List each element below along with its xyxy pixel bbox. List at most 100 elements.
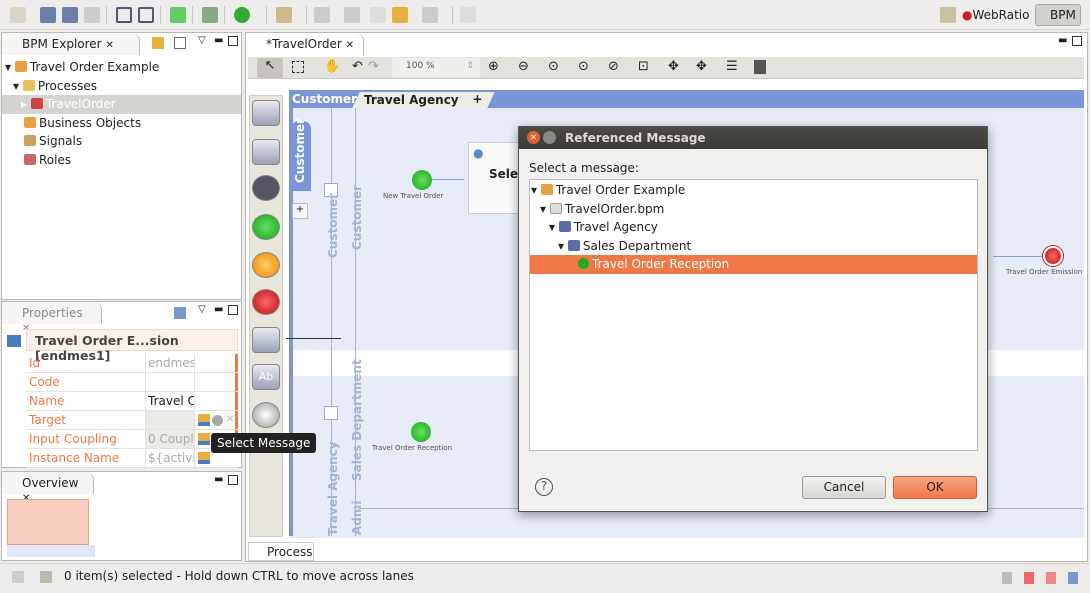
tab-bpm-explorer[interactable]: BPM Explorer ✕	[2, 33, 140, 55]
forward-icon[interactable]	[422, 7, 438, 23]
save-icon[interactable]	[40, 7, 56, 23]
tree-item[interactable]: ▾ Travel Agency	[530, 218, 977, 237]
tree-item-selected[interactable]: Travel Order Reception	[530, 255, 977, 274]
zoom-fit-icon[interactable]: ⊙	[548, 59, 559, 74]
tree-item[interactable]: ▾ Travel Order Example	[2, 58, 241, 77]
add-pool-tab[interactable]: +	[459, 92, 495, 108]
intermediate-event-tool-icon[interactable]	[252, 252, 280, 278]
align-vertical-icon[interactable]: ✥	[696, 59, 707, 74]
maximize-icon[interactable]	[228, 475, 238, 485]
minimize-icon[interactable]: ▬	[214, 304, 223, 315]
status-icon[interactable]	[1002, 572, 1012, 584]
tree-item[interactable]: Business Objects	[2, 114, 241, 133]
redo-icon[interactable]: ↷	[368, 59, 379, 74]
run-icon[interactable]	[170, 7, 186, 23]
annotation-tool-icon[interactable]: Ab	[252, 364, 280, 390]
tab-overview[interactable]: Overview ✕	[2, 472, 94, 504]
zoom-out-icon[interactable]: ⊖	[518, 59, 529, 74]
status-icon[interactable]	[1068, 572, 1078, 584]
input-coupling-field[interactable]: 0 Couple	[145, 430, 195, 448]
zoom-reset-icon[interactable]: ⊘	[608, 59, 619, 74]
select-tool-icon[interactable]: ↖	[257, 58, 283, 78]
export-icon[interactable]: ⊡	[638, 59, 649, 74]
edit-coupling-icon[interactable]	[198, 433, 210, 445]
prev-annotation-icon[interactable]	[344, 7, 360, 23]
back-icon[interactable]	[392, 7, 408, 23]
pan-tool-icon[interactable]: ✋	[324, 59, 340, 74]
end-event-emission[interactable]	[1043, 246, 1063, 266]
link-icon[interactable]	[174, 37, 186, 49]
fast-view-icon[interactable]	[12, 571, 24, 583]
fullscreen-icon[interactable]	[754, 60, 766, 74]
instance-name-field[interactable]: ${activity	[145, 449, 195, 467]
save-all-icon[interactable]	[62, 7, 78, 23]
status-icon[interactable]	[1046, 572, 1056, 584]
tree-item[interactable]: ▾ Processes	[2, 77, 241, 96]
remove-icon[interactable]: ✕	[226, 414, 234, 425]
clear-icon[interactable]	[212, 415, 223, 426]
print-icon[interactable]	[84, 7, 100, 23]
lane-settings-icon[interactable]	[324, 406, 338, 420]
target-field[interactable]	[145, 411, 195, 429]
ok-button[interactable]: OK	[893, 476, 977, 499]
close-icon[interactable]: ✕	[527, 131, 540, 144]
tree-item[interactable]: ▾ Travel Order Example	[530, 181, 977, 200]
layout-icon[interactable]: ☰	[726, 59, 738, 74]
pool-label-customer[interactable]: Customer	[291, 118, 311, 191]
tools-icon[interactable]	[276, 7, 292, 23]
add-lane-button[interactable]: +	[292, 203, 308, 219]
name-field[interactable]: Travel Or	[145, 392, 195, 410]
tree-item[interactable]: ▾ Sales Department	[530, 237, 977, 256]
minimize-icon[interactable]: ▬	[1058, 35, 1067, 46]
maximize-icon[interactable]	[228, 305, 238, 315]
minimize-icon[interactable]: ▬	[214, 35, 223, 46]
window-icon[interactable]	[116, 7, 132, 23]
align-horizontal-icon[interactable]: ✥	[668, 59, 679, 74]
cancel-button[interactable]: Cancel	[802, 476, 886, 499]
general-tab-icon[interactable]	[7, 335, 21, 347]
tree-item[interactable]: ▾ TravelOrder.bpm	[530, 200, 977, 219]
new-icon[interactable]	[10, 7, 26, 23]
last-edit-icon[interactable]	[370, 7, 386, 23]
help-icon[interactable]: ?	[535, 478, 553, 496]
minimize-icon[interactable]	[543, 131, 556, 144]
deploy-icon[interactable]	[234, 7, 250, 23]
tree-item[interactable]: Roles	[2, 151, 241, 170]
open-perspective-icon[interactable]	[940, 7, 956, 23]
perspective-webratio[interactable]: ●WebRatio	[962, 8, 1029, 22]
zoom-select[interactable]: 100 % ⇕	[392, 58, 480, 77]
generate-icon[interactable]	[202, 7, 218, 23]
start-event-new-order[interactable]	[412, 170, 432, 190]
tree-item[interactable]: Signals	[2, 132, 241, 151]
end-event-tool-icon[interactable]	[252, 289, 280, 315]
pin-icon[interactable]	[460, 7, 476, 23]
pin-view-icon[interactable]	[174, 307, 186, 319]
status-icon[interactable]	[1024, 572, 1034, 584]
tab-properties[interactable]: Properties ✕	[2, 302, 102, 334]
tab-process[interactable]: Process	[248, 542, 314, 561]
collapse-icon[interactable]	[152, 37, 164, 49]
minimize-icon[interactable]: ▬	[214, 474, 223, 485]
marquee-tool-icon[interactable]	[292, 61, 304, 73]
perspective-bpm[interactable]: BPM	[1035, 4, 1081, 26]
view-menu-icon[interactable]: ▽	[198, 304, 206, 315]
flow-tool-icon[interactable]	[252, 327, 280, 353]
overview-thumbnail[interactable]	[7, 499, 89, 545]
lane-tool-icon[interactable]	[252, 139, 280, 165]
pool-tool-icon[interactable]	[252, 100, 280, 126]
timer-tool-icon[interactable]	[252, 402, 280, 428]
tree-item-selected[interactable]: ▸ TravelOrder	[2, 95, 241, 114]
select-message-icon[interactable]	[198, 414, 210, 426]
tab-travelorder[interactable]: *TravelOrder ✕	[246, 33, 364, 55]
maximize-icon[interactable]	[1072, 36, 1082, 46]
pool-tab-travel-agency[interactable]: Travel Agency	[352, 92, 472, 108]
undo-icon[interactable]: ↶	[352, 59, 363, 74]
view-menu-icon[interactable]: ▽	[198, 35, 206, 46]
start-event-tool-icon[interactable]	[252, 214, 280, 240]
maximize-icon[interactable]	[228, 36, 238, 46]
zoom-page-icon[interactable]: ⊙	[578, 59, 589, 74]
id-field[interactable]: endmes1	[145, 354, 195, 372]
layout-icon[interactable]	[138, 7, 154, 23]
edit-instance-icon[interactable]	[198, 452, 210, 464]
zoom-in-icon[interactable]: ⊕	[488, 59, 499, 74]
